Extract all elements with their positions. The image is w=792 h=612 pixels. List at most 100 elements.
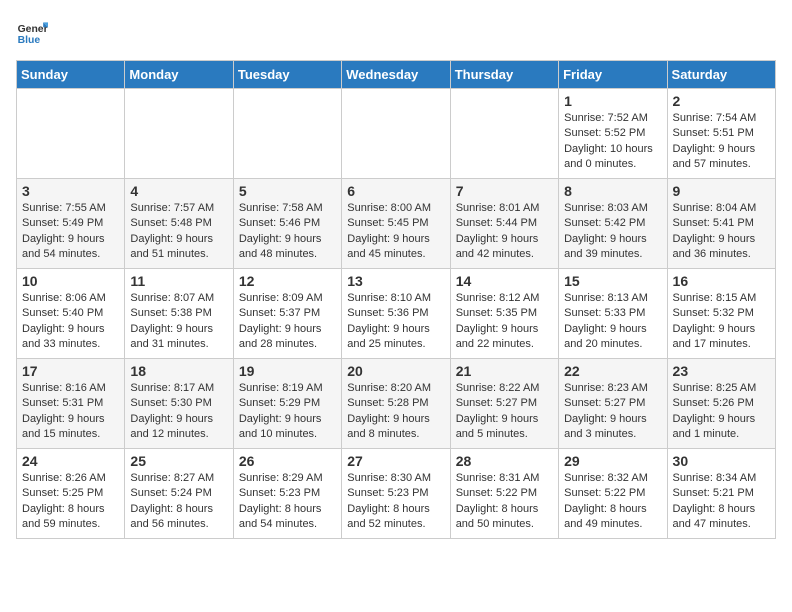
day-number: 17 [22, 363, 119, 379]
calendar-cell: 13 Sunrise: 8:10 AM Sunset: 5:36 PM Dayli… [342, 269, 450, 359]
day-number: 2 [673, 93, 770, 109]
calendar-cell: 18 Sunrise: 8:17 AM Sunset: 5:30 PM Dayli… [125, 359, 233, 449]
day-number: 11 [130, 273, 227, 289]
day-number: 24 [22, 453, 119, 469]
day-number: 23 [673, 363, 770, 379]
calendar-cell: 4 Sunrise: 7:57 AM Sunset: 5:48 PM Daylig… [125, 179, 233, 269]
day-info: Sunrise: 8:06 AM Sunset: 5:40 PM Dayligh… [22, 291, 119, 353]
day-info: Sunrise: 8:03 AM Sunset: 5:42 PM Dayligh… [564, 201, 661, 263]
day-number: 28 [456, 453, 553, 469]
weekday-header: Sunday [17, 61, 125, 89]
calendar-table: SundayMondayTuesdayWednesdayThursdayFrid… [16, 60, 776, 539]
day-info: Sunrise: 8:26 AM Sunset: 5:25 PM Dayligh… [22, 471, 119, 533]
day-info: Sunrise: 8:23 AM Sunset: 5:27 PM Dayligh… [564, 381, 661, 443]
day-info: Sunrise: 8:27 AM Sunset: 5:24 PM Dayligh… [130, 471, 227, 533]
calendar-cell: 20 Sunrise: 8:20 AM Sunset: 5:28 PM Dayli… [342, 359, 450, 449]
calendar-cell: 21 Sunrise: 8:22 AM Sunset: 5:27 PM Dayli… [450, 359, 558, 449]
calendar-cell: 27 Sunrise: 8:30 AM Sunset: 5:23 PM Dayli… [342, 449, 450, 539]
weekday-header: Friday [559, 61, 667, 89]
day-info: Sunrise: 8:00 AM Sunset: 5:45 PM Dayligh… [347, 201, 444, 263]
day-number: 27 [347, 453, 444, 469]
calendar-cell [450, 89, 558, 179]
day-info: Sunrise: 8:29 AM Sunset: 5:23 PM Dayligh… [239, 471, 336, 533]
day-number: 16 [673, 273, 770, 289]
calendar-cell: 2 Sunrise: 7:54 AM Sunset: 5:51 PM Daylig… [667, 89, 775, 179]
weekday-header: Saturday [667, 61, 775, 89]
logo: General Blue [16, 16, 48, 48]
day-number: 9 [673, 183, 770, 199]
calendar-cell: 22 Sunrise: 8:23 AM Sunset: 5:27 PM Dayli… [559, 359, 667, 449]
weekday-header: Thursday [450, 61, 558, 89]
calendar-cell: 14 Sunrise: 8:12 AM Sunset: 5:35 PM Dayli… [450, 269, 558, 359]
calendar-cell: 19 Sunrise: 8:19 AM Sunset: 5:29 PM Dayli… [233, 359, 341, 449]
day-number: 14 [456, 273, 553, 289]
day-number: 22 [564, 363, 661, 379]
calendar-cell: 23 Sunrise: 8:25 AM Sunset: 5:26 PM Dayli… [667, 359, 775, 449]
calendar-cell: 12 Sunrise: 8:09 AM Sunset: 5:37 PM Dayli… [233, 269, 341, 359]
day-number: 26 [239, 453, 336, 469]
day-number: 1 [564, 93, 661, 109]
day-info: Sunrise: 8:07 AM Sunset: 5:38 PM Dayligh… [130, 291, 227, 353]
logo-icon: General Blue [16, 16, 48, 48]
day-info: Sunrise: 7:57 AM Sunset: 5:48 PM Dayligh… [130, 201, 227, 263]
day-number: 25 [130, 453, 227, 469]
calendar-cell: 24 Sunrise: 8:26 AM Sunset: 5:25 PM Dayli… [17, 449, 125, 539]
day-number: 19 [239, 363, 336, 379]
day-info: Sunrise: 8:22 AM Sunset: 5:27 PM Dayligh… [456, 381, 553, 443]
day-number: 6 [347, 183, 444, 199]
calendar-cell: 9 Sunrise: 8:04 AM Sunset: 5:41 PM Daylig… [667, 179, 775, 269]
day-info: Sunrise: 8:30 AM Sunset: 5:23 PM Dayligh… [347, 471, 444, 533]
day-info: Sunrise: 8:19 AM Sunset: 5:29 PM Dayligh… [239, 381, 336, 443]
day-number: 21 [456, 363, 553, 379]
calendar-cell [233, 89, 341, 179]
day-info: Sunrise: 8:10 AM Sunset: 5:36 PM Dayligh… [347, 291, 444, 353]
header: General Blue [16, 16, 776, 48]
calendar-cell [342, 89, 450, 179]
day-info: Sunrise: 7:52 AM Sunset: 5:52 PM Dayligh… [564, 111, 661, 173]
calendar-cell: 11 Sunrise: 8:07 AM Sunset: 5:38 PM Dayli… [125, 269, 233, 359]
day-info: Sunrise: 8:13 AM Sunset: 5:33 PM Dayligh… [564, 291, 661, 353]
day-number: 13 [347, 273, 444, 289]
calendar-cell: 1 Sunrise: 7:52 AM Sunset: 5:52 PM Daylig… [559, 89, 667, 179]
weekday-header: Wednesday [342, 61, 450, 89]
day-number: 3 [22, 183, 119, 199]
day-number: 8 [564, 183, 661, 199]
day-number: 20 [347, 363, 444, 379]
day-number: 29 [564, 453, 661, 469]
day-info: Sunrise: 8:04 AM Sunset: 5:41 PM Dayligh… [673, 201, 770, 263]
weekday-header: Tuesday [233, 61, 341, 89]
calendar-cell: 29Sunrise: 8:32 AM Sunset: 5:22 PM Dayli… [559, 449, 667, 539]
calendar-cell: 10 Sunrise: 8:06 AM Sunset: 5:40 PM Dayli… [17, 269, 125, 359]
day-info: Sunrise: 8:09 AM Sunset: 5:37 PM Dayligh… [239, 291, 336, 353]
calendar-cell [17, 89, 125, 179]
calendar-cell: 3 Sunrise: 7:55 AM Sunset: 5:49 PM Daylig… [17, 179, 125, 269]
calendar-cell: 5 Sunrise: 7:58 AM Sunset: 5:46 PM Daylig… [233, 179, 341, 269]
day-info: Sunrise: 8:15 AM Sunset: 5:32 PM Dayligh… [673, 291, 770, 353]
day-info: Sunrise: 8:34 AM Sunset: 5:21 PM Dayligh… [673, 471, 770, 533]
day-number: 7 [456, 183, 553, 199]
day-number: 10 [22, 273, 119, 289]
calendar-cell: 15 Sunrise: 8:13 AM Sunset: 5:33 PM Dayli… [559, 269, 667, 359]
day-number: 4 [130, 183, 227, 199]
day-info: Sunrise: 7:55 AM Sunset: 5:49 PM Dayligh… [22, 201, 119, 263]
calendar-cell: 28 Sunrise: 8:31 AM Sunset: 5:22 PM Dayli… [450, 449, 558, 539]
day-number: 30 [673, 453, 770, 469]
calendar-cell: 25 Sunrise: 8:27 AM Sunset: 5:24 PM Dayli… [125, 449, 233, 539]
calendar-cell: 7 Sunrise: 8:01 AM Sunset: 5:44 PM Daylig… [450, 179, 558, 269]
day-info: Sunrise: 8:31 AM Sunset: 5:22 PM Dayligh… [456, 471, 553, 533]
calendar-cell: 16 Sunrise: 8:15 AM Sunset: 5:32 PM Dayli… [667, 269, 775, 359]
day-info: Sunrise: 8:25 AM Sunset: 5:26 PM Dayligh… [673, 381, 770, 443]
day-info: Sunrise: 7:58 AM Sunset: 5:46 PM Dayligh… [239, 201, 336, 263]
day-number: 18 [130, 363, 227, 379]
day-info: Sunrise: 8:01 AM Sunset: 5:44 PM Dayligh… [456, 201, 553, 263]
day-number: 12 [239, 273, 336, 289]
calendar-cell: 6 Sunrise: 8:00 AM Sunset: 5:45 PM Daylig… [342, 179, 450, 269]
day-info: Sunrise: 8:20 AM Sunset: 5:28 PM Dayligh… [347, 381, 444, 443]
day-info: Sunrise: 8:12 AM Sunset: 5:35 PM Dayligh… [456, 291, 553, 353]
weekday-header: Monday [125, 61, 233, 89]
day-info: Sunrise: 7:54 AM Sunset: 5:51 PM Dayligh… [673, 111, 770, 173]
day-info: Sunrise: 8:17 AM Sunset: 5:30 PM Dayligh… [130, 381, 227, 443]
day-number: 5 [239, 183, 336, 199]
calendar-cell [125, 89, 233, 179]
day-number: 15 [564, 273, 661, 289]
